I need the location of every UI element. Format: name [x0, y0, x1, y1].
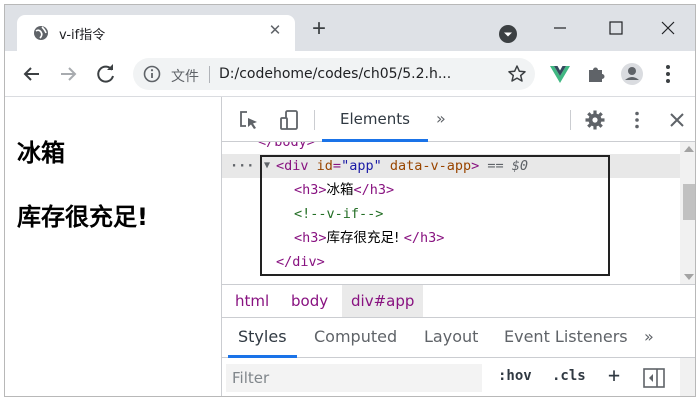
devtools-panel: Elements » </body> ··· ▼ <div id="app" d…	[221, 97, 695, 396]
info-icon[interactable]	[143, 65, 161, 83]
add-rule-button[interactable]: +	[608, 363, 620, 387]
tab-layout[interactable]: Layout	[424, 318, 478, 358]
dom-line-h3-fridge[interactable]: <h3>冰箱</h3>	[222, 178, 680, 202]
tab-computed[interactable]: Computed	[314, 318, 397, 358]
browser-window: v-if指令 ✕ + 文件 D:/codehome/codes/ch05/5.2…	[4, 4, 696, 397]
maximize-icon[interactable]	[601, 13, 631, 43]
page-heading-fridge: 冰箱	[17, 139, 65, 167]
close-window-icon[interactable]	[653, 13, 683, 43]
back-arrow-icon[interactable]	[19, 61, 45, 87]
scrollbar-thumb[interactable]	[683, 184, 695, 220]
page-viewport: 冰箱 库存很充足!	[5, 97, 221, 396]
tab-close-icon[interactable]: ✕	[265, 21, 285, 41]
dom-line-div-close[interactable]: </div>	[222, 250, 680, 274]
breadcrumb-body[interactable]: body	[282, 285, 337, 317]
minimize-icon[interactable]	[545, 13, 575, 43]
extensions-puzzle-icon[interactable]	[583, 61, 609, 87]
forward-arrow-icon[interactable]	[55, 61, 81, 87]
breadcrumb-html[interactable]: html	[226, 285, 278, 317]
url-text[interactable]: D:/codehome/codes/ch05/5.2.h...	[219, 66, 451, 82]
title-bar: v-if指令 ✕ +	[5, 5, 695, 51]
tab-search-icon[interactable]	[498, 24, 518, 44]
tab-elements[interactable]: Elements	[322, 97, 428, 142]
breadcrumb: html body div#app	[222, 284, 695, 318]
styles-scrollbar[interactable]	[680, 358, 695, 396]
toggle-sidebar-icon[interactable]	[642, 367, 666, 389]
address-bar[interactable]: 文件 D:/codehome/codes/ch05/5.2.h...	[133, 58, 535, 90]
globe-icon	[34, 26, 48, 40]
kebab-menu-icon[interactable]	[655, 61, 681, 87]
toolbar-divider	[314, 110, 315, 130]
gear-icon[interactable]	[584, 109, 606, 131]
filter-input[interactable]	[226, 364, 482, 392]
expand-triangle-icon[interactable]: ▼	[264, 154, 270, 178]
styles-subtabs: Styles Computed Layout Event Listeners »	[222, 318, 695, 358]
inspect-element-icon[interactable]	[238, 109, 260, 131]
omnibox-divider	[209, 66, 210, 83]
ellipsis-icon[interactable]: ···	[230, 154, 254, 178]
browser-tab[interactable]: v-if指令 ✕	[17, 15, 295, 51]
dom-scrollbar[interactable]	[680, 142, 695, 284]
devtools-kebab-icon[interactable]	[626, 109, 648, 131]
tab-event-listeners[interactable]: Event Listeners	[504, 318, 628, 358]
scroll-up-icon[interactable]	[684, 146, 694, 152]
devtools-tabbar: Elements »	[222, 97, 695, 142]
dom-line-div-app[interactable]: ··· ▼ <div id="app" data-v-app> == $0	[222, 154, 680, 178]
styles-filterbar: :hov .cls +	[222, 358, 695, 396]
breadcrumb-div-app[interactable]: div#app	[342, 285, 424, 317]
tab-title: v-if指令	[59, 28, 106, 43]
toolbar-divider	[570, 110, 571, 130]
scroll-down-icon[interactable]	[684, 274, 694, 280]
more-tabs-chevron-icon[interactable]: »	[436, 109, 446, 128]
profile-avatar-icon[interactable]	[619, 61, 645, 87]
dom-tree: </body> ··· ▼ <div id="app" data-v-app> …	[222, 142, 695, 284]
reload-icon[interactable]	[93, 61, 119, 87]
selected-node-marker: == $0	[487, 158, 529, 174]
new-tab-button[interactable]: +	[307, 17, 331, 42]
browser-toolbar: 文件 D:/codehome/codes/ch05/5.2.h...	[5, 51, 695, 97]
vue-devtools-icon[interactable]	[547, 61, 573, 87]
tab-styles[interactable]: Styles	[228, 318, 297, 358]
close-devtools-icon[interactable]	[666, 109, 688, 131]
page-heading-stock: 库存很充足!	[17, 203, 148, 231]
star-icon[interactable]	[507, 64, 527, 84]
dom-line-h3-stock[interactable]: <h3>库存很充足! </h3>	[222, 226, 680, 250]
dom-line-comment[interactable]: <!--v-if-->	[222, 202, 680, 226]
cls-toggle[interactable]: .cls	[552, 368, 586, 384]
file-scheme-label: 文件	[171, 69, 199, 85]
more-subtabs-chevron-icon[interactable]: »	[644, 318, 654, 358]
hov-toggle[interactable]: :hov	[498, 368, 532, 384]
device-toolbar-icon[interactable]	[278, 109, 300, 131]
dom-line-body-partial[interactable]: </body>	[222, 142, 680, 154]
